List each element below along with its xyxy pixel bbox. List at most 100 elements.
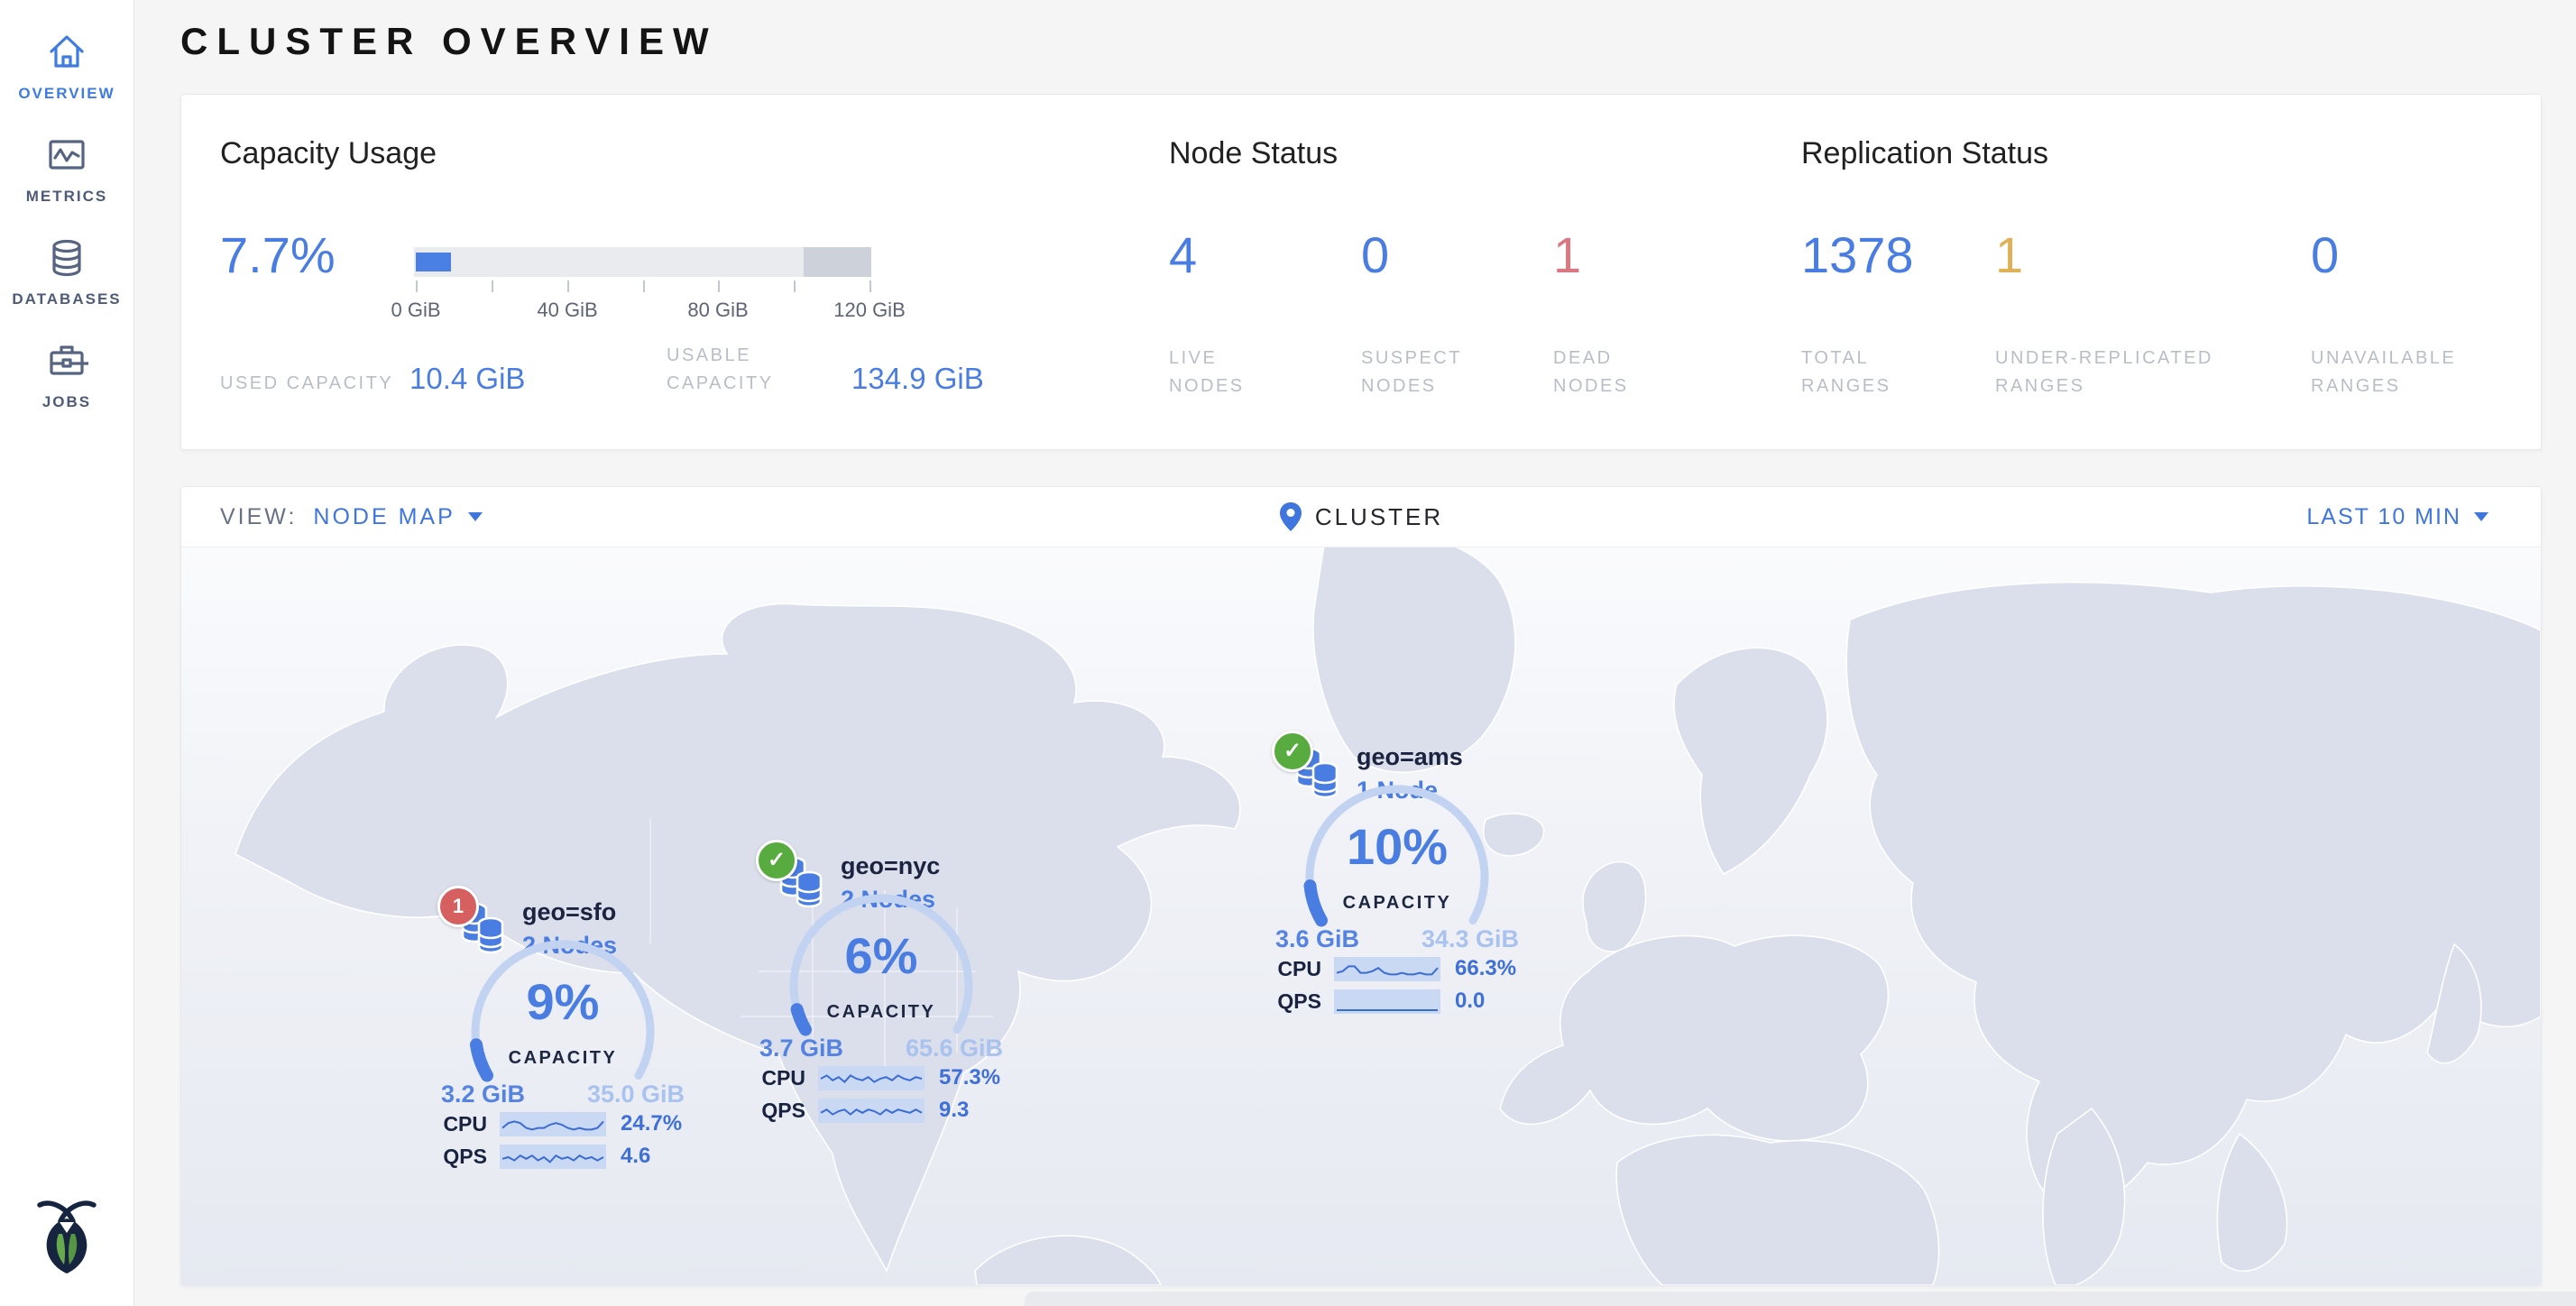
axis-tick <box>794 281 796 292</box>
metric-label: CPU <box>429 1112 487 1136</box>
stat-suspect-nodes: 0 SUSPECTNODES <box>1361 231 1553 400</box>
capacity-label: CAPACITY <box>732 1002 1030 1023</box>
stat-value: 4 <box>1169 231 1361 280</box>
sidebar-item-label: OVERVIEW <box>0 85 133 103</box>
used-capacity: 3.2 GiB <box>441 1081 525 1108</box>
locality-label: geo=ams <box>1357 743 1463 771</box>
healthy-check-badge: ✓ <box>1272 731 1313 772</box>
sparkline <box>818 1099 925 1123</box>
chevron-down-icon <box>468 512 483 521</box>
main-content: CLUSTER OVERVIEW Capacity Usage 7.7% 0 G… <box>133 0 2576 1306</box>
sidebar-item-overview[interactable]: OVERVIEW <box>0 0 133 103</box>
axis-tick <box>416 281 418 292</box>
axis-tick <box>643 281 645 292</box>
node-map: 1geo=sfo2 Nodes9%CAPACITY3.2 GiB35.0 GiB… <box>181 547 2541 1285</box>
location-pin-icon <box>1279 501 1302 532</box>
metric-row-qps: QPS0.0 <box>1248 989 1546 1014</box>
metric-value: 66.3% <box>1455 956 1531 981</box>
map-breadcrumb: CLUSTER <box>181 501 2541 532</box>
stat-live-nodes: 4LIVENODES <box>1169 231 1361 400</box>
axis-tick <box>718 281 720 292</box>
sidebar: OVERVIEW METRICS DATABASES JOBS <box>0 0 134 1306</box>
capacity-bar-axis: 0 GiB40 GiB80 GiB120 GiB <box>414 277 871 320</box>
axis-tick <box>492 281 493 292</box>
view-label: VIEW: <box>220 504 297 530</box>
metric-value: 4.6 <box>621 1144 696 1169</box>
total-capacity: 34.3 GiB <box>1421 925 1519 953</box>
sidebar-item-databases[interactable]: DATABASES <box>0 206 133 308</box>
capacity-percent: 7.7% <box>220 231 414 320</box>
metric-label: CPU <box>1264 957 1321 981</box>
map-node-ams[interactable]: ✓geo=ams1 Node10%CAPACITY3.6 GiB34.3 GiB… <box>1248 716 1546 1026</box>
time-range-selector[interactable]: LAST 10 MIN <box>2306 504 2489 530</box>
sparkline <box>1334 989 1440 1014</box>
used-capacity: 3.7 GiB <box>759 1035 843 1062</box>
briefcase-icon <box>45 339 88 382</box>
metric-label: CPU <box>748 1066 805 1090</box>
summary-panel: Capacity Usage 7.7% 0 GiB40 GiB80 GiB120… <box>180 94 2542 450</box>
axis-tick-label: 40 GiB <box>537 299 597 322</box>
metric-row-cpu: CPU 57.3% <box>732 1065 1030 1090</box>
healthy-check-badge: ✓ <box>756 840 797 881</box>
used-capacity-label: USED CAPACITY <box>220 370 409 398</box>
capacity-usage-title: Capacity Usage <box>220 136 984 171</box>
capacity-bar: 0 GiB40 GiB80 GiB120 GiB <box>414 247 871 320</box>
sidebar-item-label: DATABASES <box>0 290 133 308</box>
node-map-panel: VIEW: NODE MAP CLUSTER LAST 10 MIN <box>180 486 2542 1286</box>
node-status-section: Node Status 4LIVENODES0SUSPECTNODES1DEAD… <box>1169 136 1745 400</box>
capacity-label: CAPACITY <box>1248 893 1546 914</box>
total-capacity: 65.6 GiB <box>906 1035 1003 1062</box>
cockroachdb-logo <box>0 1197 133 1279</box>
replication-status-section: Replication Status 1378TOTALRANGES1UNDER… <box>1801 136 2509 400</box>
stat-label: TOTALRANGES <box>1801 345 1995 400</box>
stat-total-ranges: 1378TOTALRANGES <box>1801 231 1995 400</box>
axis-tick-label: 0 GiB <box>391 299 440 322</box>
time-range-value: LAST 10 MIN <box>2306 504 2461 530</box>
locality-label: geo=sfo <box>522 898 617 926</box>
stat-under-replicated-ranges: 1UNDER-REPLICATEDRANGES <box>1995 231 2311 400</box>
metric-label: QPS <box>1264 989 1321 1014</box>
stat-value: 1 <box>1995 231 2311 280</box>
map-toolbar: VIEW: NODE MAP CLUSTER LAST 10 MIN <box>181 487 2541 547</box>
node-status-title: Node Status <box>1169 136 1745 171</box>
stat-unavailable-ranges: 0 UNAVAILABLERANGES <box>2311 231 2509 400</box>
stat-label: SUSPECTNODES <box>1361 345 1553 400</box>
metric-label: QPS <box>748 1099 805 1123</box>
sparkline <box>1334 957 1440 981</box>
stat-value: 1 <box>1553 231 1745 280</box>
metric-row-cpu: CPU 66.3% <box>1248 956 1546 981</box>
map-node-sfo[interactable]: 1geo=sfo2 Nodes9%CAPACITY3.2 GiB35.0 GiB… <box>414 871 712 1182</box>
total-capacity: 35.0 GiB <box>587 1081 685 1108</box>
capacity-usage-section: Capacity Usage 7.7% 0 GiB40 GiB80 GiB120… <box>220 136 984 398</box>
capacity-bar-track <box>414 247 871 277</box>
sidebar-item-metrics[interactable]: METRICS <box>0 103 133 206</box>
replication-status-title: Replication Status <box>1801 136 2509 171</box>
capacity-percent: 9% <box>414 972 712 1031</box>
stat-value: 0 <box>1361 231 1553 280</box>
view-selector-value: NODE MAP <box>313 504 455 530</box>
home-icon <box>45 31 88 74</box>
breadcrumb-scope: CLUSTER <box>1315 503 1443 531</box>
metric-value: 9.3 <box>939 1098 1015 1123</box>
metric-value: 57.3% <box>939 1065 1015 1090</box>
databases-icon <box>45 236 88 280</box>
used-capacity-value: 10.4 GiB <box>409 362 667 398</box>
scrolled-content-edge <box>1025 1292 2576 1306</box>
usable-capacity-label: USABLE CAPACITY <box>667 342 851 398</box>
metric-row-cpu: CPU24.7% <box>414 1111 712 1136</box>
chevron-down-icon <box>2474 512 2489 521</box>
stat-value: 0 <box>2311 231 2509 280</box>
capacity-percent: 6% <box>732 926 1030 985</box>
metric-row-qps: QPS 9.3 <box>732 1098 1030 1123</box>
stat-label: UNAVAILABLERANGES <box>2311 345 2509 400</box>
capacity-percent: 10% <box>1248 817 1546 876</box>
sidebar-item-label: METRICS <box>0 188 133 206</box>
sparkline <box>818 1066 925 1090</box>
used-capacity: 3.6 GiB <box>1275 925 1359 953</box>
map-node-nyc[interactable]: ✓geo=nyc2 Nodes6%CAPACITY3.7 GiB65.6 GiB… <box>732 825 1030 1136</box>
metric-label: QPS <box>429 1145 487 1169</box>
sidebar-item-jobs[interactable]: JOBS <box>0 308 133 411</box>
sidebar-item-label: JOBS <box>0 393 133 411</box>
view-selector[interactable]: NODE MAP <box>313 504 482 530</box>
usable-capacity-value: 134.9 GiB <box>851 362 984 398</box>
